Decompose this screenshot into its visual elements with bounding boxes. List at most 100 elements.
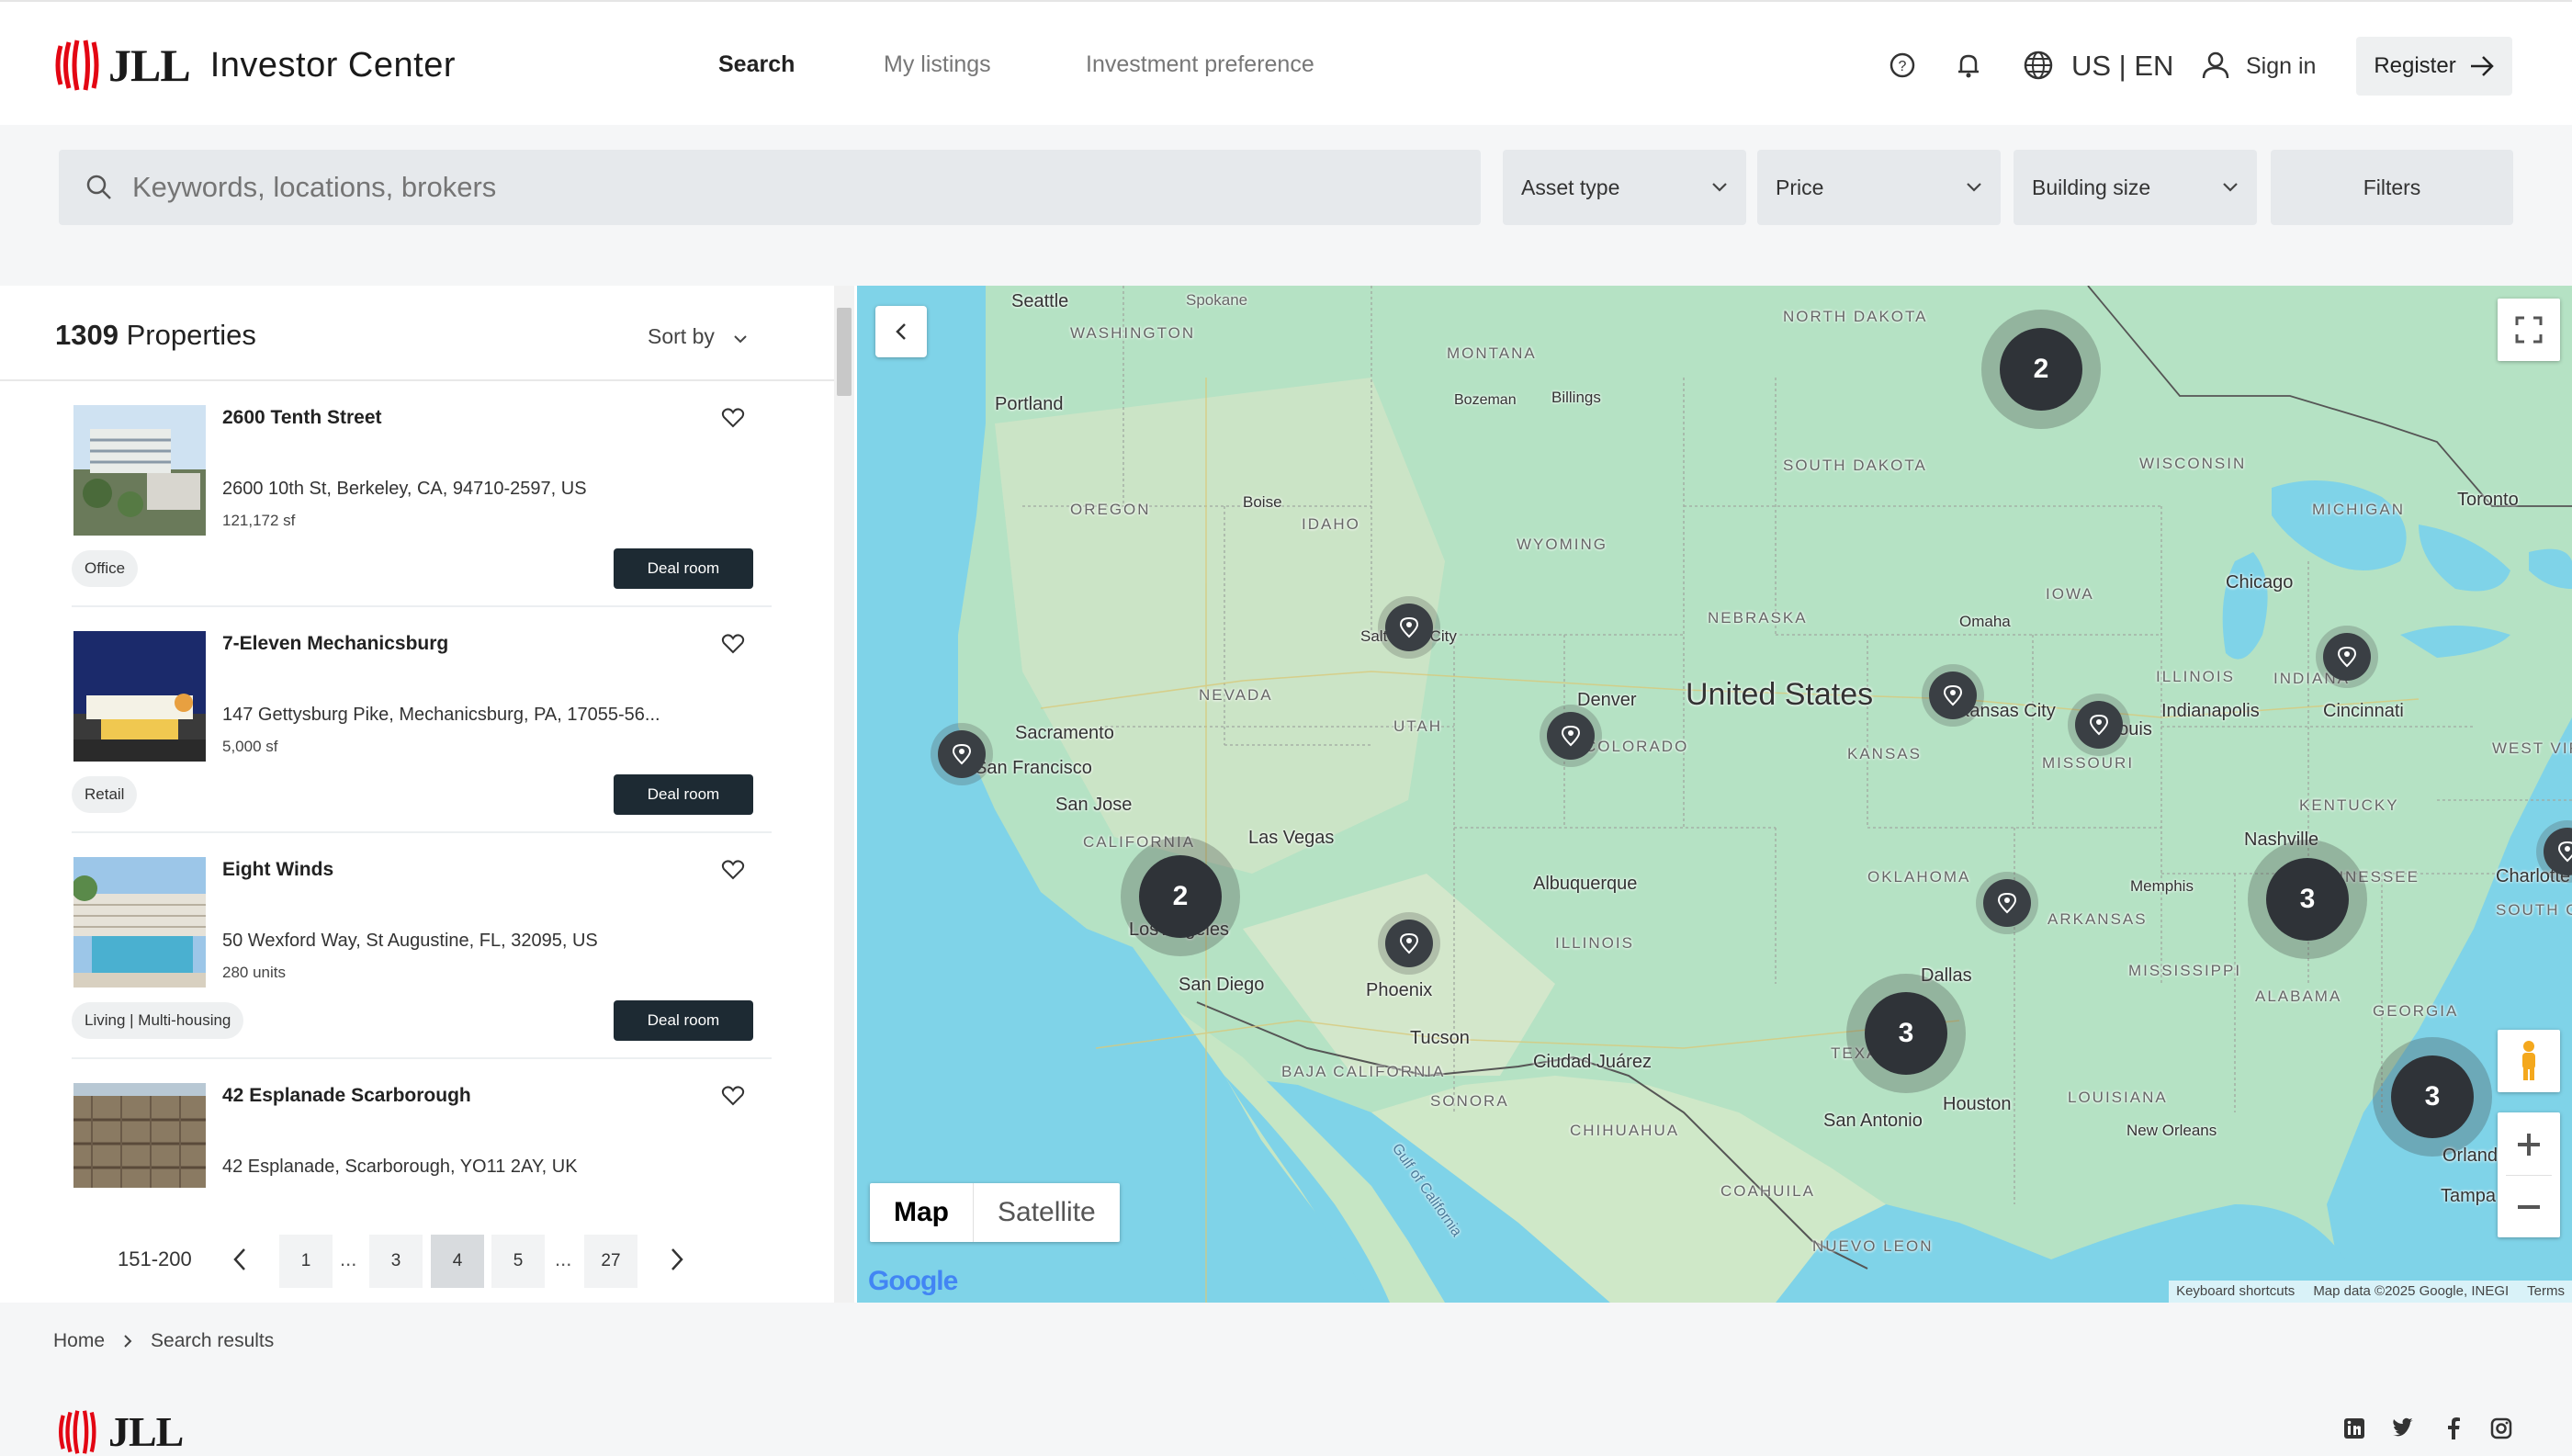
page-5-button[interactable]: 5 [491, 1235, 545, 1288]
map-pin[interactable] [2323, 633, 2371, 681]
fullscreen-icon [2515, 316, 2543, 344]
city-label-san-jose: San Jose [1055, 795, 1133, 815]
heart-icon[interactable] [721, 1085, 745, 1107]
cluster-count: 3 [2266, 858, 2349, 941]
state-label-illinois: ILLINOIS [2156, 668, 2235, 685]
filters-button[interactable]: Filters [2271, 150, 2513, 225]
state-label-georgia: GEORGIA [2373, 1002, 2459, 1020]
property-card[interactable]: 7-Eleven Mechanicsburg 147 Gettysburg Pi… [72, 607, 772, 833]
state-label-montana: MONTANA [1447, 344, 1537, 362]
pagination: 151-200 1 ... 3 4 5 ... 27 [0, 1218, 836, 1303]
location-pin-icon [952, 743, 972, 765]
locale-selector[interactable]: US | EN [2071, 50, 2173, 83]
cluster-count: 3 [2391, 1055, 2474, 1138]
page-27-button[interactable]: 27 [584, 1235, 637, 1288]
map-pin[interactable] [1385, 920, 1433, 967]
location-pin-icon [1997, 892, 2017, 914]
street-view-pegman[interactable] [2498, 1030, 2560, 1092]
map-pin[interactable] [1385, 604, 1433, 651]
map-pin[interactable] [1983, 879, 2031, 927]
linkedin-icon[interactable] [2342, 1416, 2366, 1440]
map-pin[interactable] [938, 730, 986, 778]
map-cluster[interactable]: 2 [1981, 310, 2101, 429]
asset-type-dropdown[interactable]: Asset type [1503, 150, 1746, 225]
breadcrumb-home[interactable]: Home [53, 1330, 105, 1352]
chevron-left-icon [896, 323, 906, 340]
scrollbar-thumb[interactable] [837, 308, 852, 396]
map-cluster[interactable]: 3 [1846, 974, 1966, 1093]
help-icon[interactable]: ? [1887, 50, 1918, 81]
results-count-number: 1309 [55, 319, 118, 351]
sort-by-dropdown[interactable]: Sort by [648, 324, 748, 349]
map-cluster[interactable]: 3 [2373, 1037, 2492, 1157]
keyboard-shortcuts-link[interactable]: Keyboard shortcuts [2176, 1283, 2295, 1300]
results-scrollbar[interactable] [834, 286, 854, 1303]
search-input[interactable] [132, 171, 1418, 204]
brand-name: JLL [108, 40, 191, 91]
user-icon[interactable] [2200, 50, 2231, 81]
chevron-left-icon[interactable] [226, 1244, 254, 1275]
map-cluster[interactable]: 2 [1121, 837, 1240, 956]
property-title[interactable]: 42 Esplanade Scarborough [222, 1085, 471, 1107]
chevron-down-icon [734, 335, 747, 344]
price-dropdown[interactable]: Price [1757, 150, 2001, 225]
map-type-map[interactable]: Map [870, 1183, 973, 1242]
nav-my-listings[interactable]: My listings [884, 51, 991, 78]
map-cluster[interactable]: 3 [2248, 840, 2367, 959]
map-type-satellite[interactable]: Satellite [973, 1183, 1120, 1242]
deal-room-button[interactable]: Deal room [614, 1000, 753, 1041]
map-pin[interactable] [1547, 712, 1595, 760]
asset-type-tag: Living | Multi-housing [72, 1002, 244, 1039]
city-label-memphis: Memphis [2130, 877, 2194, 895]
building-size-dropdown[interactable]: Building size [2014, 150, 2257, 225]
footer-brand-name: JLL [108, 1408, 184, 1455]
collapse-list-button[interactable] [875, 306, 927, 357]
map-pin[interactable] [2075, 701, 2123, 749]
state-label-wisconsin: WISCONSIN [2139, 455, 2247, 472]
location-pin-icon [2557, 841, 2572, 863]
bell-icon[interactable] [1953, 50, 1984, 81]
heart-icon[interactable] [721, 407, 745, 429]
map-type-control: Map Satellite [870, 1183, 1120, 1242]
property-card[interactable]: Eight Winds 50 Wexford Way, St Augustine… [72, 833, 772, 1059]
property-title[interactable]: Eight Winds [222, 859, 333, 881]
property-title[interactable]: 7-Eleven Mechanicsburg [222, 633, 448, 655]
property-map[interactable]: Seattle Spokane WASHINGTON MONTANA NORTH… [857, 286, 2572, 1303]
heart-icon[interactable] [721, 859, 745, 881]
deal-room-button[interactable]: Deal room [614, 548, 753, 589]
city-label-billings: Billings [1551, 389, 1601, 406]
property-title[interactable]: 2600 Tenth Street [222, 407, 382, 429]
footer-jll-logo[interactable]: JLL [53, 1407, 184, 1456]
instagram-icon[interactable] [2489, 1416, 2513, 1440]
city-label-tampa: Tampa [2441, 1186, 2497, 1206]
zoom-in-icon[interactable] [2498, 1113, 2560, 1175]
heart-icon[interactable] [721, 633, 745, 655]
twitter-icon[interactable] [2390, 1416, 2414, 1440]
nav-investment-preference[interactable]: Investment preference [1086, 51, 1314, 78]
jll-logo[interactable]: JLL Investor Center [53, 39, 456, 92]
zoom-out-icon[interactable] [2498, 1176, 2560, 1237]
property-address: 2600 10th St, Berkeley, CA, 94710-2597, … [222, 479, 587, 499]
map-pin[interactable] [1929, 672, 1977, 719]
jll-logo-mark-icon [55, 40, 99, 91]
product-name: Investor Center [209, 45, 456, 85]
property-card[interactable]: 42 Esplanade Scarborough 42 Esplanade, S… [72, 1059, 772, 1225]
register-button[interactable]: Register [2356, 37, 2512, 96]
globe-icon[interactable] [2023, 50, 2054, 81]
city-label-albuquerque: Albuquerque [1533, 874, 1638, 894]
signin-link[interactable]: Sign in [2246, 53, 2316, 80]
deal-room-button[interactable]: Deal room [614, 774, 753, 815]
state-label-utah: UTAH [1393, 717, 1443, 735]
state-label-nebraska: NEBRASKA [1708, 609, 1808, 626]
page-1-button[interactable]: 1 [279, 1235, 333, 1288]
facebook-icon[interactable] [2442, 1416, 2465, 1440]
fullscreen-button[interactable] [2498, 299, 2560, 361]
chevron-right-icon[interactable] [663, 1244, 691, 1275]
google-logo: Google [868, 1266, 958, 1296]
terms-link[interactable]: Terms [2527, 1283, 2565, 1300]
page-4-button[interactable]: 4 [431, 1235, 484, 1288]
page-3-button[interactable]: 3 [369, 1235, 423, 1288]
search-box[interactable] [59, 150, 1481, 225]
property-card[interactable]: 2600 Tenth Street 2600 10th St, Berkeley… [72, 381, 772, 607]
nav-search[interactable]: Search [718, 51, 795, 78]
